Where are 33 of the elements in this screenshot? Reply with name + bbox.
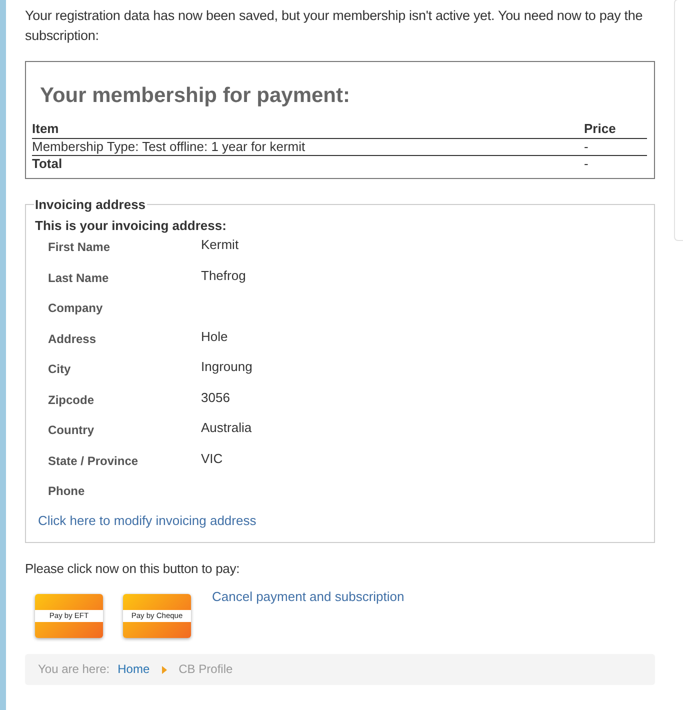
field-label: Zipcode [48,392,96,408]
field-label: Phone [48,483,86,500]
field-value: 3056 [201,388,231,406]
column-header: Item [32,120,584,138]
field-value: Thefrog [201,266,247,285]
table-cell: Membership Type: Test offline: 1 year for kermit [32,138,584,156]
total-price: - [584,156,647,172]
column-header: Price [584,120,647,138]
field-label: Last Name [48,270,110,286]
table-cell: - [584,138,647,156]
field-value: Ingroung [201,358,254,376]
membership-title: Your membership for payment: [40,84,351,108]
field-label: Address [48,330,98,348]
pay-prompt: Please click now on this button to pay: [25,560,241,578]
field-value: VIC [201,450,224,468]
field-value: Hole [201,328,229,346]
cancel-link[interactable]: Cancel payment and subscription [212,588,404,604]
field-value: Australia [201,419,253,437]
field-value: Kermit [201,236,240,254]
breadcrumb-current: CB Profile [178,662,233,676]
intro-text: Your registration data has now been saved, but your membership isn't active yet. You need now to pay the subscription: [25,7,644,45]
invoicing-heading: This is your invoicing address: [35,218,228,233]
breadcrumb-prefix: You are here: [38,662,110,676]
field-label: Company [48,300,104,317]
field-label: First Name [48,239,112,256]
field-label: Country [48,422,95,439]
total-label: Total [32,156,584,172]
breadcrumb-link[interactable]: Home [118,662,150,676]
invoicing-legend: Invoicing address [34,197,147,212]
field-label: City [48,361,72,378]
field-label: State / Province [48,452,140,470]
chevron-icon [162,666,167,674]
modify-address-link[interactable]: Click here to modify invoicing address [38,512,256,528]
